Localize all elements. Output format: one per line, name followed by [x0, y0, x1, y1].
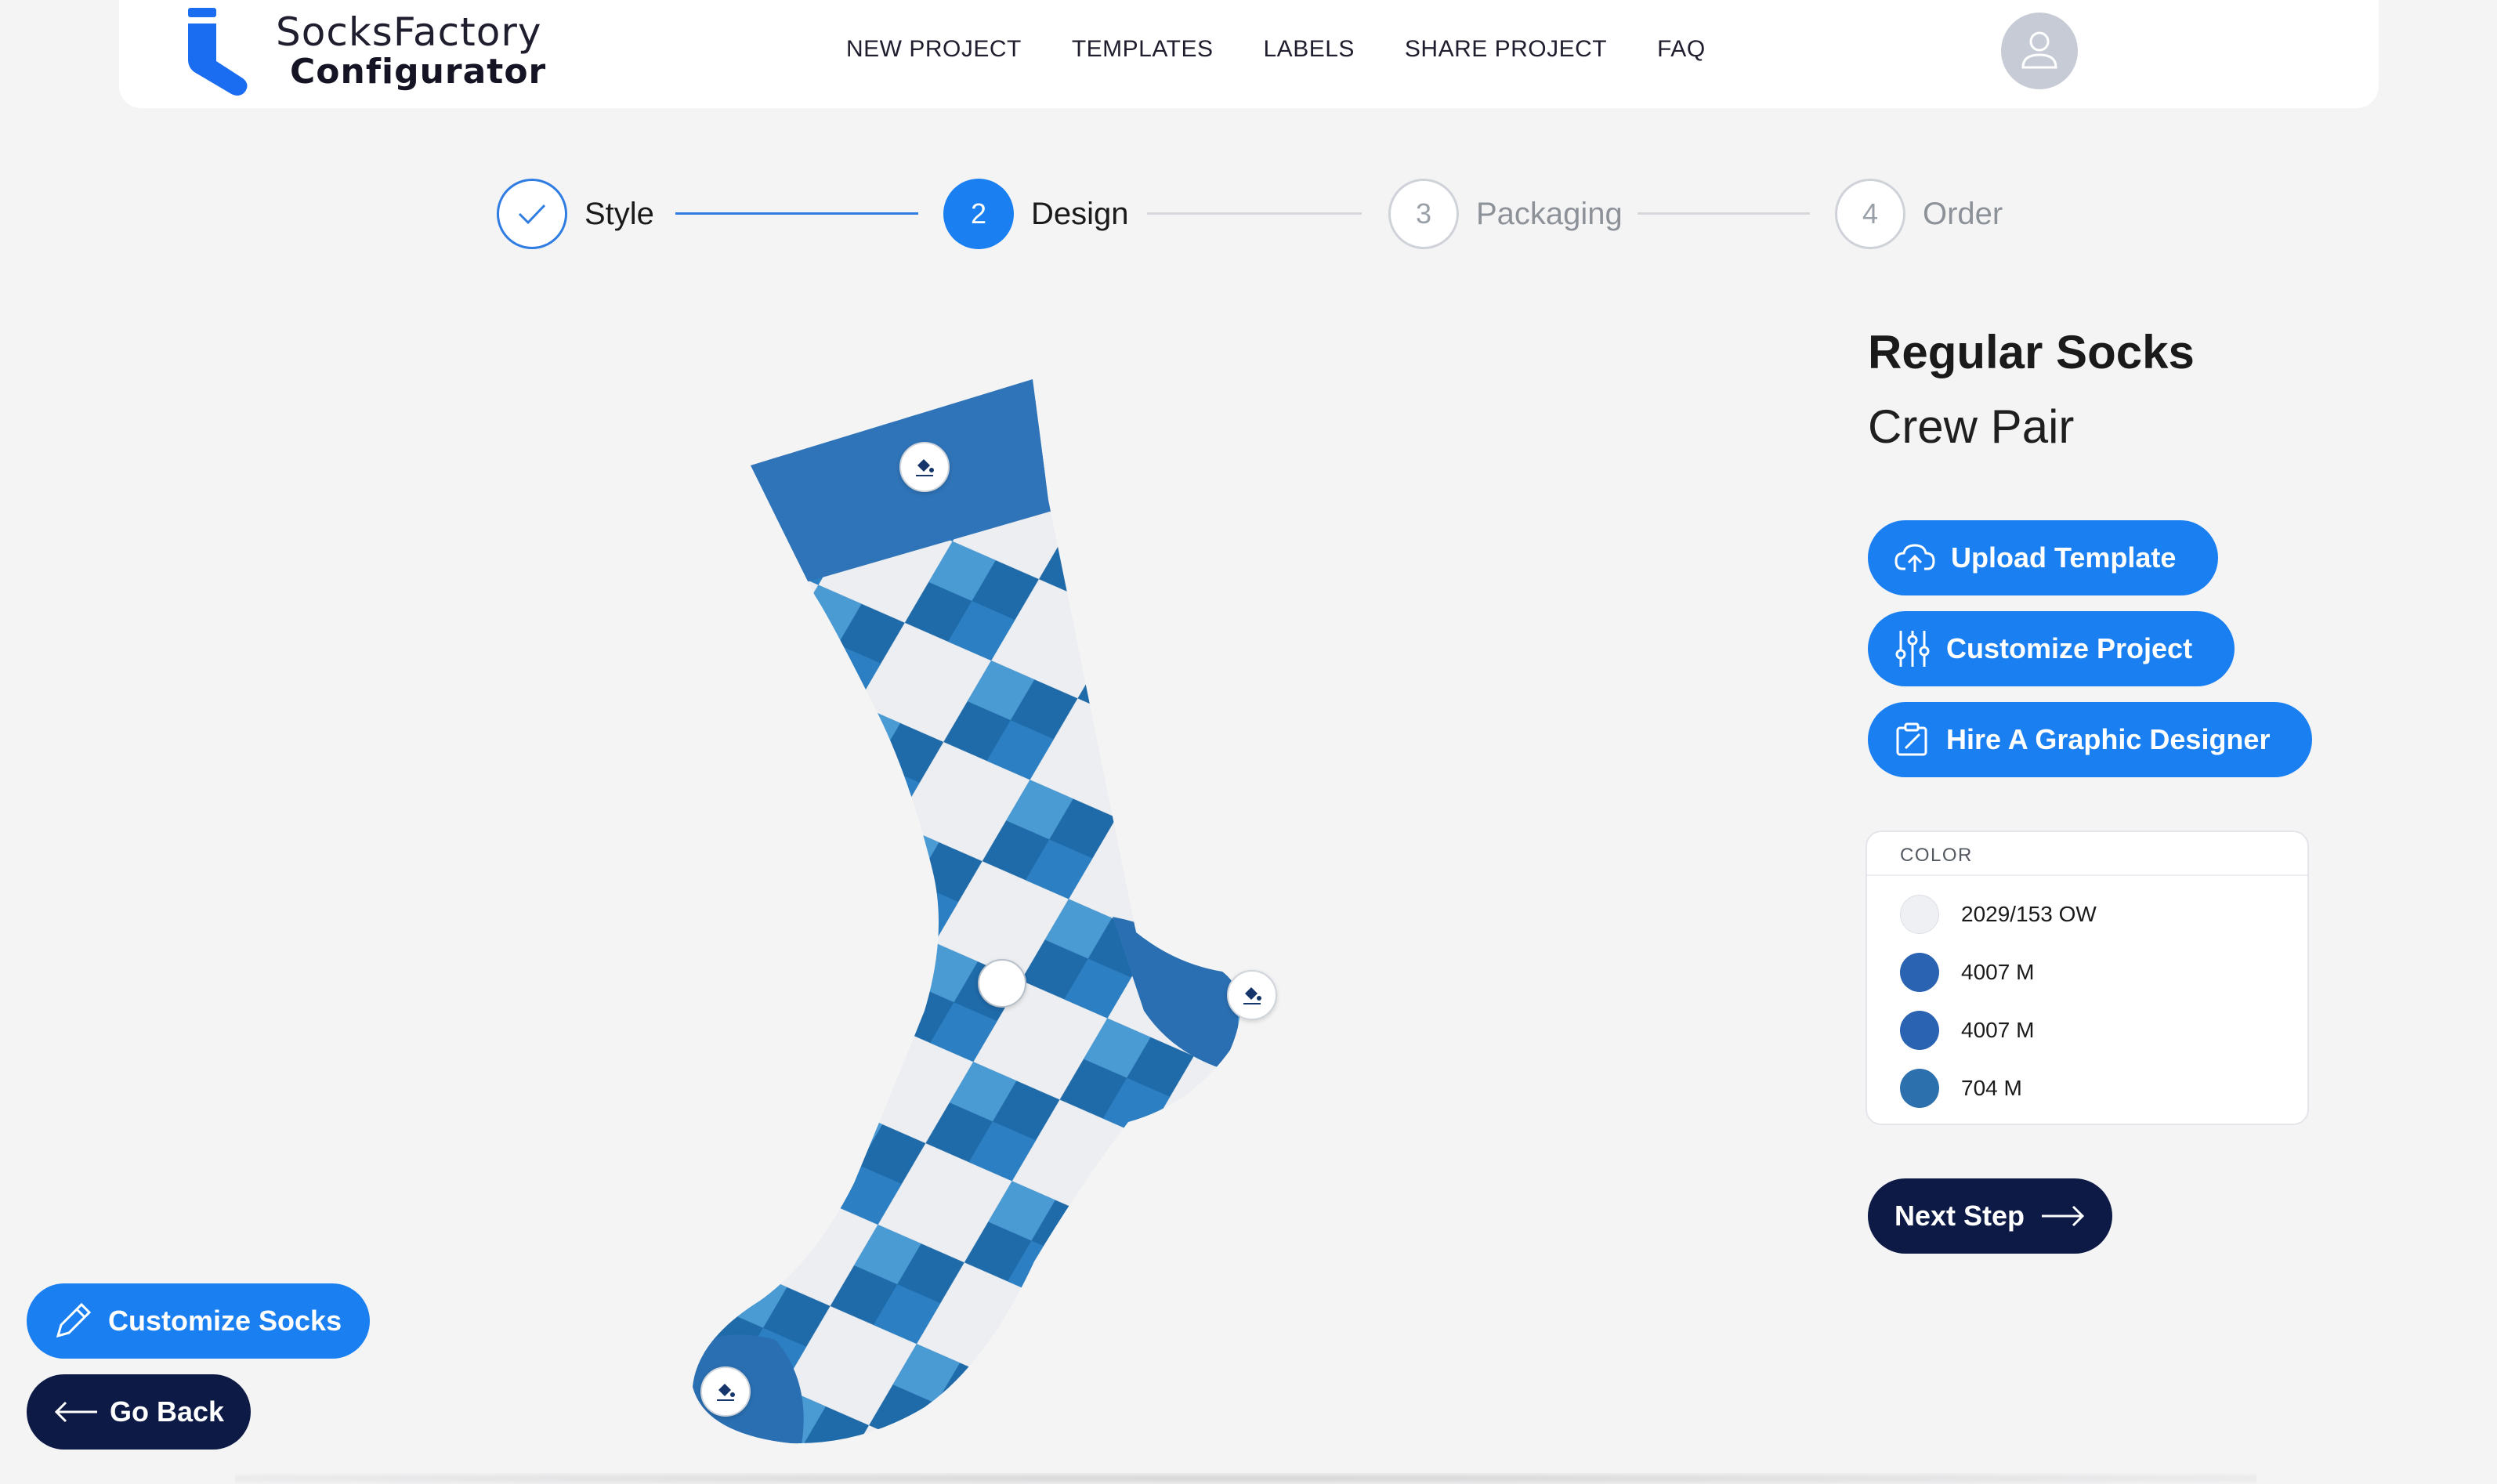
design-pad-icon: [1896, 722, 1927, 756]
color-swatch: [1900, 953, 1939, 992]
color-swatch: [1900, 1069, 1939, 1108]
sock-preview[interactable]: [674, 368, 1301, 1457]
hire-designer-label: Hire A Graphic Designer: [1946, 723, 2271, 755]
color-code: 704 M: [1961, 1076, 2022, 1100]
arrow-left-icon: [54, 1401, 97, 1423]
nav-labels[interactable]: LABELS: [1264, 36, 1355, 63]
sliders-icon: [1895, 631, 1930, 667]
nav-faq[interactable]: FAQ: [1657, 36, 1706, 63]
pencil-icon: [56, 1302, 92, 1338]
step-label-style: Style: [584, 196, 654, 231]
go-back-button[interactable]: Go Back: [27, 1374, 252, 1450]
step-design[interactable]: 2 Design: [943, 179, 1129, 249]
color-row[interactable]: 704 M: [1900, 1069, 2022, 1108]
step-connector: [675, 212, 918, 215]
step-packaging[interactable]: 3 Packaging: [1388, 179, 1623, 249]
hotspot-marker[interactable]: [978, 959, 1026, 1008]
customize-socks-label: Customize Socks: [108, 1305, 342, 1337]
arrow-right-icon: [2042, 1205, 2085, 1227]
customize-project-button[interactable]: Customize Project: [1868, 611, 2235, 686]
step-number-design: 2: [943, 179, 1014, 249]
brand-name[interactable]: SocksFactory Configurator: [276, 13, 546, 89]
step-style[interactable]: Style: [497, 179, 654, 249]
step-number-packaging: 3: [1388, 179, 1459, 249]
step-label-packaging: Packaging: [1476, 196, 1623, 231]
hire-designer-button[interactable]: Hire A Graphic Designer: [1868, 702, 2313, 777]
nav-templates[interactable]: TEMPLATES: [1072, 36, 1214, 63]
page-bottom-shadow: [235, 1473, 2256, 1484]
top-header: SocksFactory Configurator NEW PROJECT TE…: [119, 0, 2379, 108]
color-code: 4007 M: [1961, 960, 2035, 984]
upload-template-button[interactable]: Upload Template: [1868, 520, 2219, 595]
user-icon: [2021, 31, 2057, 69]
check-icon: [497, 179, 567, 249]
main-nav: NEW PROJECT TEMPLATES LABELS SHARE PROJE…: [846, 36, 1706, 63]
color-row[interactable]: 2029/153 OW: [1900, 895, 2097, 934]
color-panel: COLOR 2029/153 OW 4007 M 4007 M 704 M: [1866, 831, 2309, 1125]
next-step-button[interactable]: Next Step: [1868, 1178, 2113, 1254]
sock-image: [693, 379, 1240, 1444]
cloud-upload-icon: [1894, 544, 1935, 572]
step-order[interactable]: 4 Order: [1835, 179, 2003, 249]
user-avatar[interactable]: [2001, 13, 2078, 89]
color-row[interactable]: 4007 M: [1900, 1011, 2034, 1050]
paint-bucket-icon[interactable]: [1227, 970, 1277, 1020]
brand-line2: Configurator: [290, 52, 547, 92]
color-swatch: [1900, 1011, 1939, 1050]
color-code: 2029/153 OW: [1961, 902, 2097, 926]
color-code: 4007 M: [1961, 1018, 2035, 1042]
paint-bucket-icon[interactable]: [899, 442, 950, 492]
color-row[interactable]: 4007 M: [1900, 953, 2034, 992]
upload-template-label: Upload Template: [1951, 541, 2177, 574]
step-number-order: 4: [1835, 179, 1905, 249]
paint-bucket-icon[interactable]: [700, 1366, 751, 1417]
step-label-design: Design: [1031, 196, 1129, 231]
brand-line1: SocksFactory: [276, 9, 542, 55]
sock-logo-icon: [188, 8, 248, 96]
step-connector: [1147, 212, 1362, 215]
nav-share-project[interactable]: SHARE PROJECT: [1405, 36, 1607, 63]
go-back-label: Go Back: [110, 1395, 225, 1428]
product-subtitle: Crew Pair: [1868, 400, 2075, 453]
color-swatch: [1900, 895, 1939, 934]
step-label-order: Order: [1923, 196, 2003, 231]
color-panel-header: COLOR: [1867, 832, 2307, 876]
product-title: Regular Socks: [1868, 326, 2195, 378]
customize-socks-button[interactable]: Customize Socks: [27, 1283, 371, 1359]
nav-new-project[interactable]: NEW PROJECT: [846, 36, 1022, 63]
customize-project-label: Customize Project: [1946, 632, 2193, 664]
step-connector: [1638, 212, 1810, 215]
next-step-label: Next Step: [1894, 1200, 2025, 1232]
